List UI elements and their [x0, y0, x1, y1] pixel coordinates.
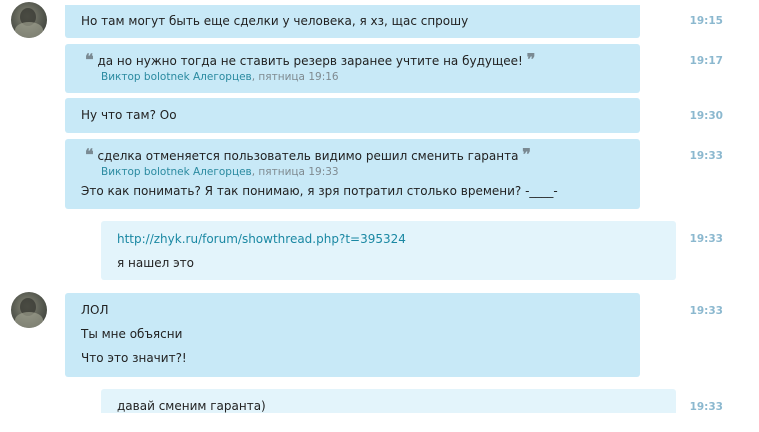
open-quote-icon: ❝	[85, 50, 94, 69]
message-time: 19:33	[689, 233, 723, 245]
message-time: 19:15	[689, 15, 723, 27]
message-bubble: давай сменим гаранта)	[101, 389, 676, 413]
message-line: Ты мне объясни	[81, 327, 183, 341]
avatar-shape	[15, 22, 43, 38]
message-text: Но там могут быть еще сделки у человека,…	[81, 14, 469, 28]
message-text: Ну что там? Оо	[81, 108, 177, 122]
quote-block: ❝ сделка отменяется пользователь видимо …	[85, 145, 531, 164]
message-line: ЛОЛ	[81, 303, 109, 317]
quote-author[interactable]: Виктор bolotnek Алегорцев	[101, 71, 252, 83]
avatar[interactable]	[11, 2, 47, 38]
message-bubble: http://zhyk.ru/forum/showthread.php?t=39…	[101, 221, 676, 280]
message-time: 19:33	[689, 305, 723, 317]
message-bubble: ❝ да но нужно тогда не ставить резерв за…	[65, 44, 640, 93]
quote-block: ❝ да но нужно тогда не ставить резерв за…	[85, 50, 535, 69]
message-text: я нашел это	[117, 256, 194, 270]
open-quote-icon: ❝	[85, 145, 94, 164]
avatar[interactable]	[11, 292, 47, 328]
message-link[interactable]: http://zhyk.ru/forum/showthread.php?t=39…	[117, 232, 406, 246]
quote-text: сделка отменяется пользователь видимо ре…	[97, 149, 519, 163]
message-text: давай сменим гаранта)	[117, 399, 266, 413]
quote-meta: Виктор bolotnek Алегорцев, пятница 19:33	[101, 166, 339, 178]
message-line: Что это значит?!	[81, 351, 187, 365]
quote-date: , пятница 19:16	[251, 71, 339, 83]
message-time: 19:33	[689, 401, 723, 413]
message-bubble: Ну что там? Оо	[65, 98, 640, 133]
message-bubble: Но там могут быть еще сделки у человека,…	[65, 5, 640, 38]
quote-date: , пятница 19:33	[251, 166, 339, 178]
quote-meta: Виктор bolotnek Алегорцев, пятница 19:16	[101, 71, 339, 83]
message-time: 19:33	[689, 150, 723, 162]
message-time: 19:17	[689, 55, 723, 67]
quote-text: да но нужно тогда не ставить резерв зара…	[97, 54, 523, 68]
message-bubble: ❝ сделка отменяется пользователь видимо …	[65, 139, 640, 209]
message-text: Это как понимать? Я так понимаю, я зря п…	[81, 184, 558, 198]
close-quote-icon: ❞	[522, 145, 531, 164]
message-bubble: ЛОЛ Ты мне объясни Что это значит?!	[65, 293, 640, 377]
close-quote-icon: ❞	[526, 50, 536, 69]
quote-author[interactable]: Виктор bolotnek Алегорцев	[101, 166, 252, 178]
avatar-shape	[15, 312, 43, 328]
message-time: 19:30	[689, 110, 723, 122]
